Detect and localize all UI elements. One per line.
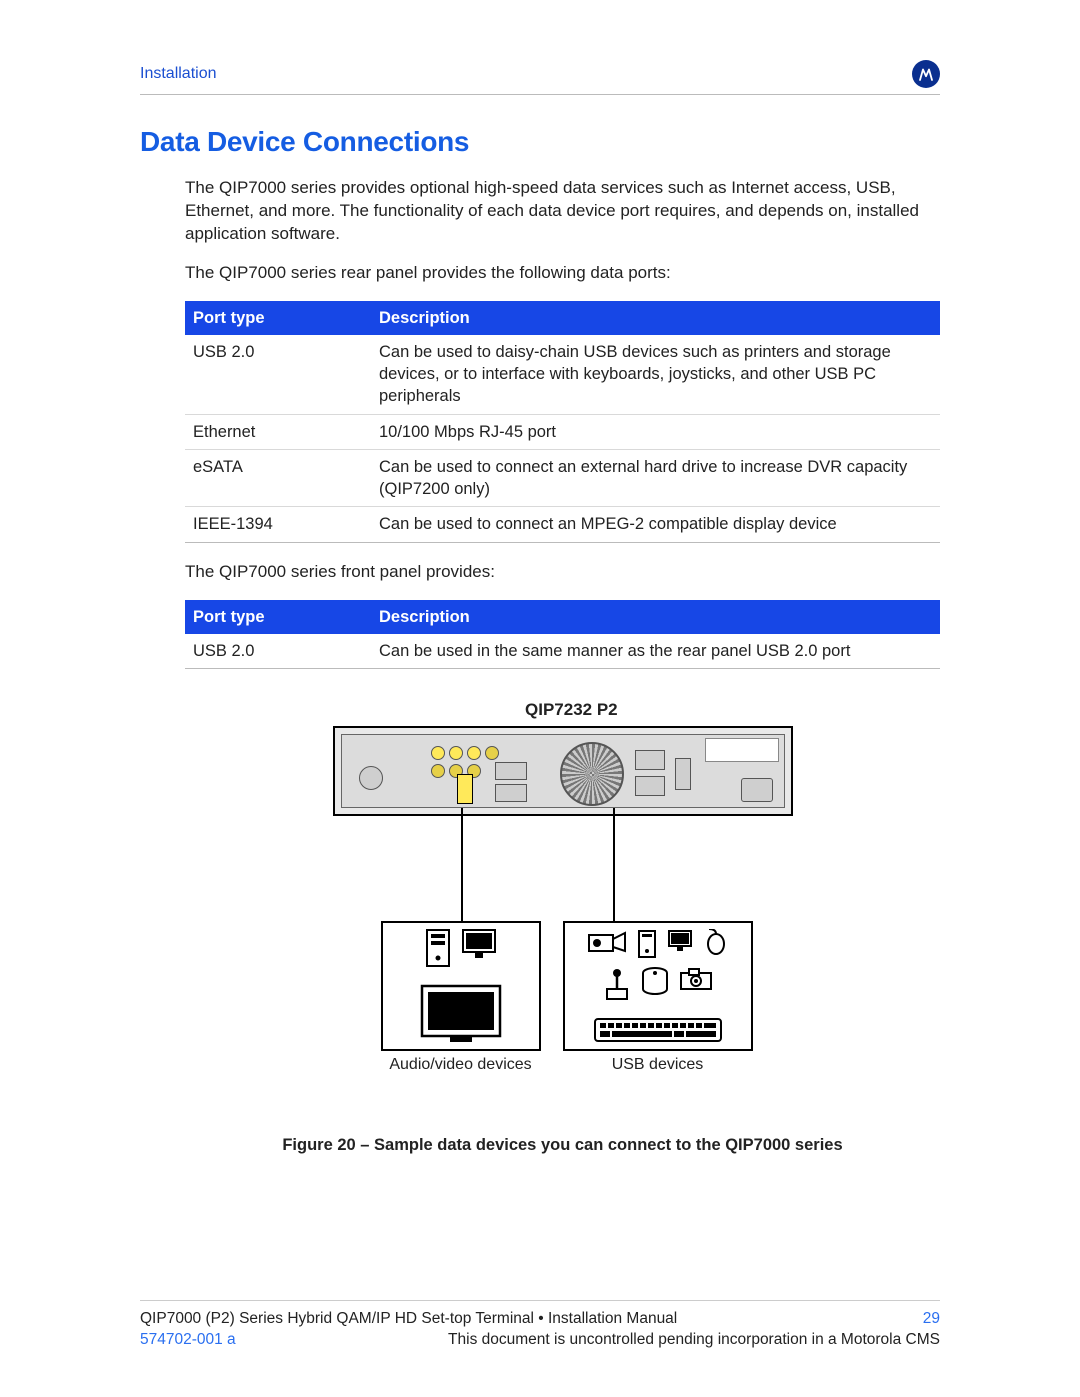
footer-disclaimer: This document is uncontrolled pending in… (448, 1330, 940, 1351)
body-content: The QIP7000 series provides optional hig… (185, 177, 940, 1157)
figure-caption: Figure 20 – Sample data devices you can … (185, 1134, 940, 1156)
cell-port: Ethernet (185, 414, 371, 449)
table-row: IEEE-1394 Can be used to connect an MPEG… (185, 507, 940, 542)
cell-desc: Can be used to connect an external hard … (371, 449, 940, 507)
intro-paragraph-2: The QIP7000 series rear panel provides t… (185, 262, 940, 285)
cell-desc: Can be used to daisy-chain USB devices s… (371, 335, 940, 414)
table-row: USB 2.0 Can be used in the same manner a… (185, 634, 940, 669)
motorola-logo-icon (912, 60, 940, 88)
table-header-port: Port type (185, 301, 371, 335)
footer-doc-title: QIP7000 (P2) Series Hybrid QAM/IP HD Set… (140, 1309, 677, 1330)
front-panel-intro: The QIP7000 series front panel provides: (185, 561, 940, 584)
cell-port: IEEE-1394 (185, 507, 371, 542)
cell-desc: Can be used to connect an MPEG-2 compati… (371, 507, 940, 542)
warning-sticker-icon (705, 738, 779, 762)
device-rear-panel-illustration (333, 726, 793, 816)
footer-doc-number: 574702-001 a (140, 1330, 236, 1351)
table-row: eSATA Can be used to connect an external… (185, 449, 940, 507)
front-ports-table: Port type Description USB 2.0 Can be use… (185, 600, 940, 670)
camera-icon (679, 967, 713, 1001)
camcorder-icon (587, 929, 627, 959)
table-header-desc: Description (371, 600, 940, 634)
figure-callouts: Audio/video devices USB devices (333, 816, 793, 1076)
page-header: Installation (140, 60, 940, 95)
av-devices-box (381, 921, 541, 1051)
cell-port: USB 2.0 (185, 335, 371, 414)
device-model-label: QIP7232 P2 (525, 699, 940, 722)
tv-icon (420, 984, 502, 1044)
cell-port: USB 2.0 (185, 634, 371, 669)
av-devices-caption: Audio/video devices (381, 1054, 541, 1076)
pc-tower-icon (637, 929, 657, 959)
joystick-icon (603, 967, 631, 1001)
cell-desc: 10/100 Mbps RJ-45 port (371, 414, 940, 449)
table-row: Ethernet 10/100 Mbps RJ-45 port (185, 414, 940, 449)
hard-drive-icon (641, 967, 669, 1001)
keyboard-icon (593, 1017, 723, 1043)
intro-paragraph-1: The QIP7000 series provides optional hig… (185, 177, 940, 246)
cell-port: eSATA (185, 449, 371, 507)
monitor-small-icon (667, 929, 693, 959)
usb-devices-caption: USB devices (578, 1054, 738, 1076)
port-highlight (457, 774, 473, 804)
page-title: Data Device Connections (140, 123, 940, 161)
document-page: Installation Data Device Connections The… (0, 0, 1080, 1397)
pc-tower-icon (425, 928, 451, 968)
footer-page-number: 29 (923, 1309, 940, 1330)
figure-20: QIP7232 P2 (185, 699, 940, 1156)
rear-ports-table: Port type Description USB 2.0 Can be use… (185, 301, 940, 543)
usb-devices-box (563, 921, 753, 1051)
mouse-icon (703, 929, 729, 959)
table-header-desc: Description (371, 301, 940, 335)
header-section-link[interactable]: Installation (140, 63, 217, 85)
table-header-port: Port type (185, 600, 371, 634)
monitor-icon (461, 928, 497, 968)
cell-desc: Can be used in the same manner as the re… (371, 634, 940, 669)
fan-icon (560, 742, 624, 806)
page-footer: QIP7000 (P2) Series Hybrid QAM/IP HD Set… (140, 1300, 940, 1351)
table-row: USB 2.0 Can be used to daisy-chain USB d… (185, 335, 940, 414)
